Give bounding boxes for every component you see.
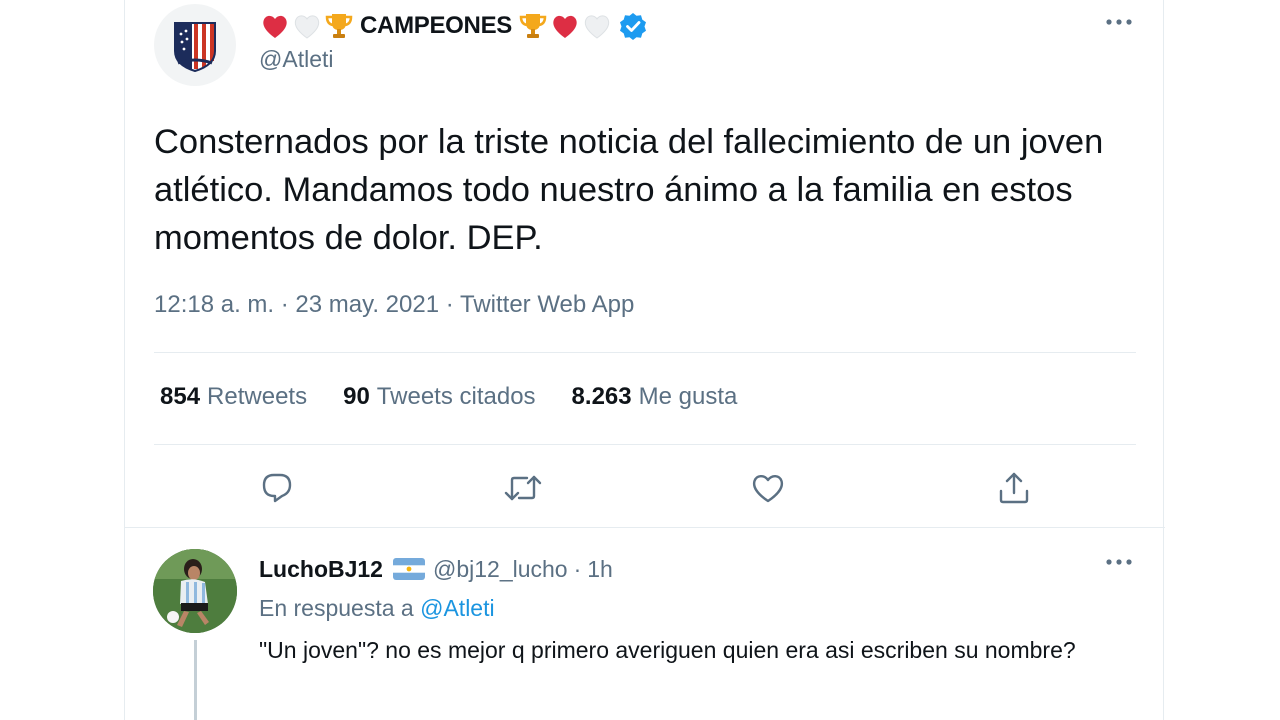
quotes-label: Tweets citados — [376, 383, 536, 410]
thread-line — [194, 640, 197, 720]
replying-to-mention[interactable]: @Atleti — [420, 595, 494, 621]
likes-stat[interactable]: 8.263 Me gusta — [572, 383, 738, 411]
argentina-flag-icon — [392, 558, 425, 580]
red-heart-icon — [263, 15, 287, 38]
quotes-stat[interactable]: 90 Tweets citados — [343, 383, 535, 411]
trophy-icon — [325, 14, 353, 38]
retweets-stat[interactable]: 854 Retweets — [160, 383, 307, 411]
white-heart-icon — [294, 15, 320, 39]
meta-separator: · — [280, 291, 296, 318]
retweets-label: Retweets — [207, 383, 308, 410]
tweet-source[interactable]: Twitter Web App — [460, 291, 634, 318]
reply-icon[interactable] — [255, 466, 299, 510]
more-options-icon[interactable] — [1105, 554, 1133, 572]
divider — [154, 352, 1136, 353]
atletico-crest-icon[interactable] — [154, 4, 236, 86]
red-heart-icon — [553, 15, 577, 38]
tweet-date[interactable]: 23 may. 2021 — [295, 291, 439, 318]
avatar[interactable] — [153, 549, 237, 633]
tweet-meta: 12:18 a. m. · 23 may. 2021 · Twitter Web… — [154, 291, 634, 319]
display-name: CAMPEONES — [360, 12, 512, 39]
timeline-column: CAMPEONES @Atleti Consternados por la tr… — [124, 0, 1165, 720]
likes-count: 8.263 — [571, 383, 632, 410]
tweet-author-name[interactable]: CAMPEONES — [260, 8, 650, 44]
reply-time[interactable]: 1h — [587, 556, 613, 583]
share-icon[interactable] — [992, 466, 1036, 510]
replying-to: En respuesta a @Atleti — [259, 595, 495, 622]
divider — [125, 527, 1165, 528]
tweet-actions — [125, 466, 1165, 510]
retweets-count: 854 — [160, 383, 201, 410]
more-options-icon[interactable] — [1105, 14, 1133, 32]
reply-text: "Un joven"? no es mejor q primero averig… — [259, 637, 1076, 663]
divider — [154, 444, 1136, 445]
white-heart-icon — [584, 15, 610, 39]
tweet-text: Consternados por la triste noticia del f… — [154, 123, 1104, 257]
likes-label: Me gusta — [638, 383, 738, 410]
reply-author-handle[interactable]: @bj12_lucho — [433, 556, 568, 583]
retweet-icon[interactable] — [501, 466, 545, 510]
replying-to-prefix: En respuesta a — [259, 595, 414, 621]
meta-separator: · — [445, 291, 460, 318]
like-icon[interactable] — [746, 466, 790, 510]
meta-separator: · — [573, 555, 582, 582]
tweet-time[interactable]: 12:18 a. m. — [154, 291, 274, 318]
verified-badge-icon — [620, 13, 646, 40]
tweet-author-handle[interactable]: @Atleti — [259, 46, 333, 73]
trophy-icon — [519, 14, 547, 38]
tweet-stats: 854 Retweets 90 Tweets citados 8.263 Me gus… — [160, 383, 773, 411]
quotes-count: 90 — [343, 383, 370, 410]
reply-author-name[interactable]: LuchoBJ12 — [259, 556, 383, 583]
reply-header: LuchoBJ12 @bj12_lucho · 1h — [259, 552, 613, 586]
